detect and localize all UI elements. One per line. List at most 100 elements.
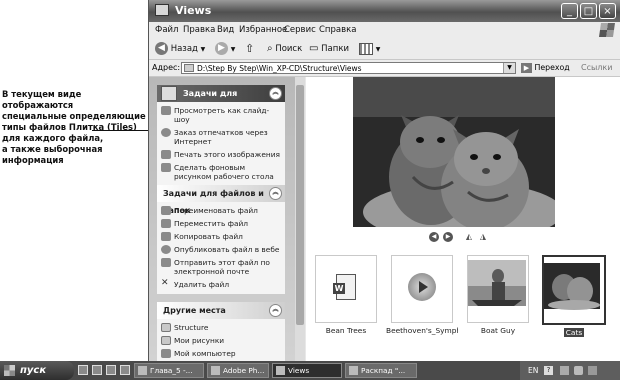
scrollbar-thumb[interactable] (296, 85, 304, 325)
quicklaunch-desktop-icon[interactable] (106, 365, 116, 375)
menu-edit[interactable]: Правка (183, 25, 215, 35)
task-adobe-photoshop[interactable]: Adobe Ph... (207, 363, 269, 378)
boat-guy-thumbnail (468, 260, 526, 306)
file-boat-guy[interactable]: Boat Guy (462, 255, 534, 335)
start-button[interactable]: пуск (0, 361, 74, 380)
menu-favorites[interactable]: Избранное (239, 25, 287, 35)
help-icon[interactable]: ? (544, 366, 553, 375)
globe-icon (161, 128, 171, 137)
thumbnail-strip: W Bean Trees Beethoven's_Symphon... (306, 255, 620, 362)
task-print-image[interactable]: Печать этого изображения (157, 148, 285, 161)
file-label: Beethoven's_Symphon... (386, 326, 458, 335)
window-title: Views (175, 4, 212, 17)
rotate-clockwise-button[interactable]: ◭ (463, 232, 475, 242)
quicklaunch-browser-icon[interactable] (78, 365, 88, 375)
picture-tasks-header[interactable]: Задачи для изображен ︽ (157, 85, 285, 115)
publish-globe-icon (161, 245, 171, 254)
move-icon (161, 219, 171, 228)
volume-tray-icon[interactable] (574, 366, 583, 375)
tray-app-icon[interactable] (588, 366, 597, 375)
file-label: Cats (563, 328, 585, 337)
next-image-button[interactable]: ▶ (443, 232, 453, 242)
folder-window-icon (155, 4, 169, 16)
task-slideshow[interactable]: Просмотреть как слайд-шоу (157, 104, 285, 126)
language-indicator[interactable]: EN (528, 361, 538, 380)
task-views-window[interactable]: Views (272, 363, 342, 378)
task-copy[interactable]: Копировать файл (157, 230, 285, 243)
back-button[interactable]: ◀ Назад ▼ (155, 42, 205, 56)
document-app-icon (349, 366, 358, 375)
task-set-wallpaper[interactable]: Сделать фоновым рисунком рабочего стола (157, 161, 285, 183)
task-word-doc[interactable]: Глава_5 -... (134, 363, 204, 378)
menu-file[interactable]: Файл (155, 25, 178, 35)
file-beethoven-symphony[interactable]: Beethoven's_Symphon... (386, 255, 458, 335)
explorer-window: Views _ □ × Файл Правка Вид Избранное Се… (148, 0, 620, 380)
quicklaunch-explorer-icon[interactable] (120, 365, 130, 375)
place-my-pictures[interactable]: Мои рисунки (157, 334, 285, 347)
toolbar: ◀ Назад ▼ ▶ ▼ ⇧ ⌕ Поиск ▭ Папки ▼ (149, 39, 620, 60)
forward-button[interactable]: ▶ ▼ (215, 42, 235, 56)
other-places-header[interactable]: Другие места ︽ (157, 302, 285, 319)
word-document-icon: W (333, 274, 356, 300)
go-button[interactable]: ▶ Переход (521, 62, 570, 74)
network-tray-icon[interactable] (560, 366, 569, 375)
task-order-prints[interactable]: Заказ отпечатков через Интернет (157, 126, 285, 148)
title-bar[interactable]: Views _ □ × (149, 0, 620, 22)
task-pane-scrollbar[interactable] (295, 77, 305, 362)
file-view: ◀ ▶ ◭ ◮ W Bean Trees Beethoven's_Symp Bo… (306, 77, 620, 362)
file-bean-trees[interactable]: W Bean Trees (310, 255, 382, 335)
windows-logo-icon (599, 23, 615, 37)
links-button[interactable]: Ссылки (581, 63, 612, 72)
address-dropdown-icon[interactable]: ▼ (503, 63, 515, 73)
task-pane: Задачи для изображен ︽ Просмотреть как с… (149, 77, 305, 362)
menu-help[interactable]: Справка (319, 25, 356, 35)
previous-image-button[interactable]: ◀ (429, 232, 439, 242)
taskbar: пуск Глава_5 -... Adobe Ph... Views Раск… (0, 361, 620, 380)
file-cats[interactable]: Cats (538, 255, 610, 337)
slideshow-icon (161, 106, 171, 115)
minimize-button[interactable]: _ (561, 3, 578, 19)
task-move[interactable]: Переместить файл (157, 217, 285, 230)
menu-view[interactable]: Вид (217, 25, 234, 35)
folder-icon (161, 336, 171, 345)
quicklaunch-media-icon[interactable] (92, 365, 102, 375)
rotate-counterclockwise-button[interactable]: ◮ (477, 232, 489, 242)
task-delete[interactable]: ✕ Удалить файл (157, 278, 285, 291)
folder-icon (184, 64, 194, 72)
search-button[interactable]: ⌕ Поиск (267, 42, 302, 56)
computer-icon (161, 349, 171, 358)
close-button[interactable]: × (599, 3, 616, 19)
collapse-icon[interactable]: ︽ (269, 187, 282, 200)
cats-photo (353, 77, 555, 227)
task-layout[interactable]: Раскпад "... (345, 363, 417, 378)
task-publish[interactable]: Опубликовать файл в вебе (157, 243, 285, 256)
views-button[interactable]: ▼ (359, 42, 380, 56)
address-input[interactable]: D:\Step By Step\Win_XP-CD\Structure\View… (181, 62, 516, 74)
task-rename[interactable]: Переименовать файл (157, 204, 285, 217)
menu-bar: Файл Правка Вид Избранное Сервис Справка (149, 22, 620, 40)
task-email[interactable]: Отправить этот файл по электронной почте (157, 256, 285, 278)
file-tasks-header[interactable]: Задачи для файлов и папок ︽ (157, 185, 285, 215)
delete-icon: ✕ (161, 278, 169, 288)
desktop-icon (161, 163, 171, 172)
windows-flag-icon (4, 365, 15, 376)
go-arrow-icon: ▶ (521, 63, 532, 73)
file-label: Bean Trees (325, 326, 367, 335)
folder-app-icon (276, 366, 285, 375)
collapse-icon[interactable]: ︽ (269, 304, 282, 317)
word-app-icon (138, 366, 147, 375)
place-my-computer[interactable]: Мой компьютер (157, 347, 285, 360)
cats-thumbnail (544, 263, 600, 310)
menu-tools[interactable]: Сервис (284, 25, 316, 35)
maximize-button[interactable]: □ (580, 3, 597, 19)
views-icon (359, 42, 373, 55)
place-structure[interactable]: Structure (157, 321, 285, 334)
printer-icon (161, 150, 171, 159)
system-tray: EN ? (520, 361, 620, 380)
address-path: D:\Step By Step\Win_XP-CD\Structure\View… (197, 64, 362, 73)
folders-button[interactable]: ▭ Папки (309, 42, 349, 56)
collapse-icon[interactable]: ︽ (269, 87, 282, 100)
other-places-panel: Другие места ︽ Structure Мои рисунки Мой… (157, 302, 285, 362)
file-label: Boat Guy (480, 326, 516, 335)
up-folder-icon[interactable]: ⇧ (245, 42, 254, 56)
